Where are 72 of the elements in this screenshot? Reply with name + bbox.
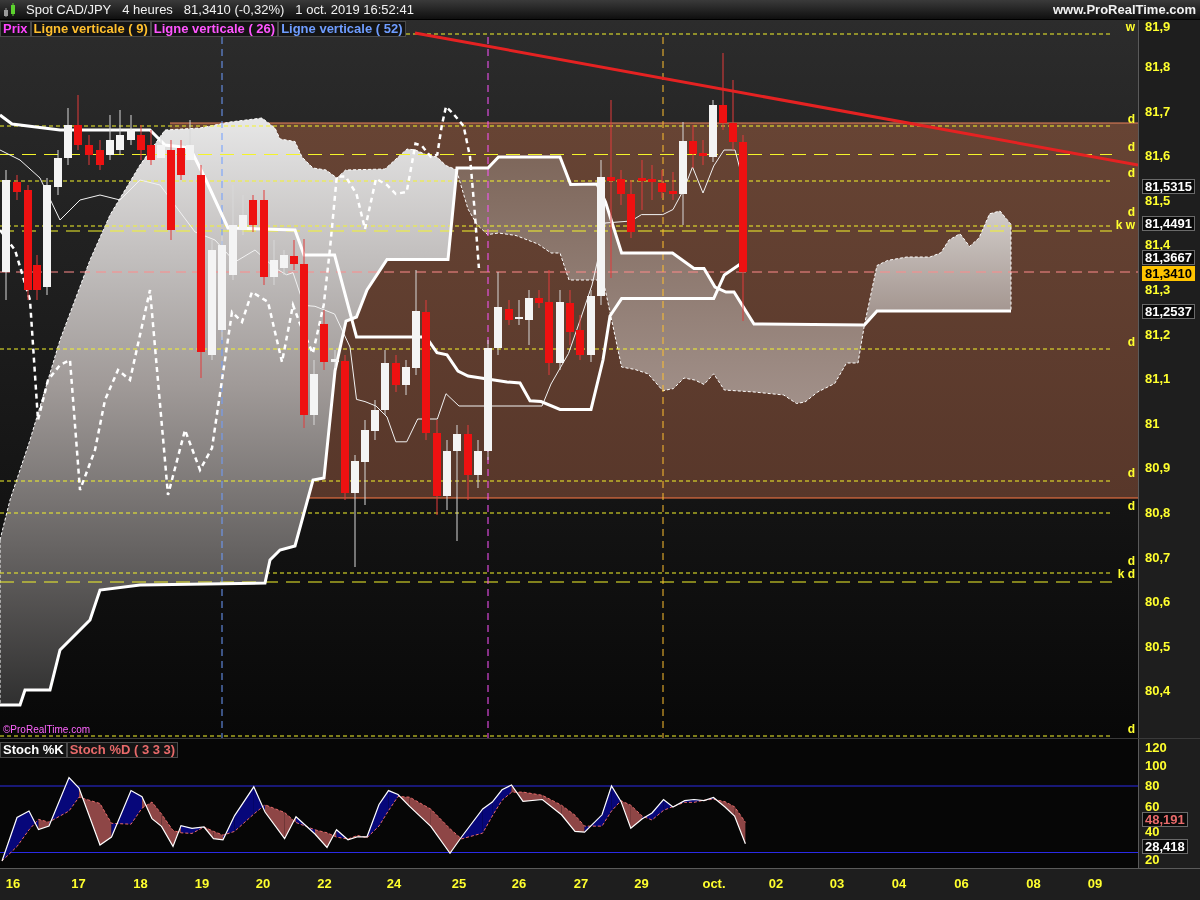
- axis-label: 81,2: [1145, 328, 1171, 341]
- indicator-label[interactable]: Stoch %K: [0, 742, 67, 758]
- axis-label: 40: [1145, 826, 1160, 838]
- axis-label: 20: [1145, 853, 1160, 866]
- level-tag: d: [1127, 500, 1135, 512]
- axis-label: 81,7: [1145, 105, 1171, 118]
- level-tag: d: [1127, 723, 1135, 735]
- axis-label: 81,1: [1145, 373, 1171, 386]
- date-label: 24: [386, 877, 402, 891]
- level-tag: d: [1127, 467, 1135, 479]
- date-label: 29: [634, 877, 649, 891]
- copyright-text: ©ProRealTime.com: [3, 724, 91, 735]
- date-label: 03: [829, 877, 845, 891]
- date-label: 26: [511, 877, 527, 891]
- level-tag: d: [1127, 336, 1135, 348]
- level-tag: d: [1127, 141, 1135, 153]
- price-marker: 81,2537: [1142, 303, 1195, 319]
- axis-label: 80,6: [1145, 596, 1171, 609]
- axis-label: 80,7: [1145, 551, 1171, 564]
- axis-label: 80,4: [1145, 685, 1171, 698]
- indicator-label[interactable]: Stoch %D ( 3 3 3): [66, 742, 179, 758]
- price-quote: 81,3410 (-0,32%): [183, 2, 285, 17]
- date-label: 22: [317, 877, 332, 891]
- date-label: 16: [5, 877, 21, 891]
- axis-label: 80,5: [1145, 640, 1171, 653]
- timestamp: 1 oct. 2019 16:52:41: [295, 2, 414, 17]
- indicator-label[interactable]: Ligne verticale ( 9): [30, 21, 151, 37]
- axis-label: 81,5: [1145, 194, 1171, 207]
- candlestick-icon: [3, 2, 17, 17]
- axis-label: 81: [1145, 417, 1160, 430]
- website-label: www.ProRealTime.com: [1052, 2, 1196, 17]
- level-tag: d: [1127, 555, 1135, 567]
- axis-label: 80,9: [1145, 462, 1171, 475]
- axis-label: 120: [1145, 741, 1167, 754]
- date-label: 06: [954, 877, 969, 891]
- date-label: 18: [133, 877, 148, 891]
- indicator-label[interactable]: Ligne verticale ( 52): [278, 21, 406, 37]
- level-tag: k d: [1117, 568, 1135, 580]
- date-label: 17: [71, 877, 86, 891]
- date-label: 04: [891, 877, 907, 891]
- date-label: 20: [255, 877, 271, 891]
- axis-label: 81,4: [1145, 239, 1171, 252]
- axis-label: 100: [1145, 760, 1167, 772]
- price-marker: 81,3667: [1142, 250, 1195, 265]
- date-label: oct.: [702, 877, 726, 891]
- axis-label: 60: [1145, 801, 1160, 813]
- level-tag: w: [1125, 21, 1135, 33]
- value-marker: 48,191: [1142, 811, 1188, 827]
- current-price-marker: 81,3410: [1142, 266, 1195, 281]
- axis-label: 80: [1145, 780, 1160, 792]
- instrument-name: Spot CAD/JPY: [26, 2, 112, 17]
- date-label: 08: [1026, 877, 1041, 891]
- level-tag: d: [1127, 113, 1135, 125]
- axis-label: 80,8: [1145, 506, 1171, 519]
- timeframe-label: 4 heures: [122, 2, 173, 17]
- date-label: 25: [451, 877, 467, 891]
- indicator-label[interactable]: Prix: [0, 21, 31, 37]
- level-tag: d: [1127, 167, 1135, 179]
- date-label: 02: [768, 877, 784, 891]
- level-tag: d: [1127, 206, 1135, 218]
- date-label: 19: [194, 877, 210, 891]
- axis-label: 81,6: [1145, 150, 1171, 163]
- axis-label: 81,8: [1145, 60, 1171, 73]
- axis-label: 81,3: [1145, 283, 1171, 296]
- value-marker: 28,418: [1142, 838, 1188, 854]
- price-marker: 81,5315: [1142, 178, 1195, 194]
- level-tag: k w: [1115, 219, 1135, 231]
- date-label: 09: [1087, 877, 1103, 891]
- price-marker: 81,4491: [1142, 216, 1195, 231]
- indicator-label[interactable]: Ligne verticale ( 26): [150, 21, 279, 37]
- date-label: 27: [573, 877, 589, 891]
- axis-label: 81,9: [1145, 21, 1171, 33]
